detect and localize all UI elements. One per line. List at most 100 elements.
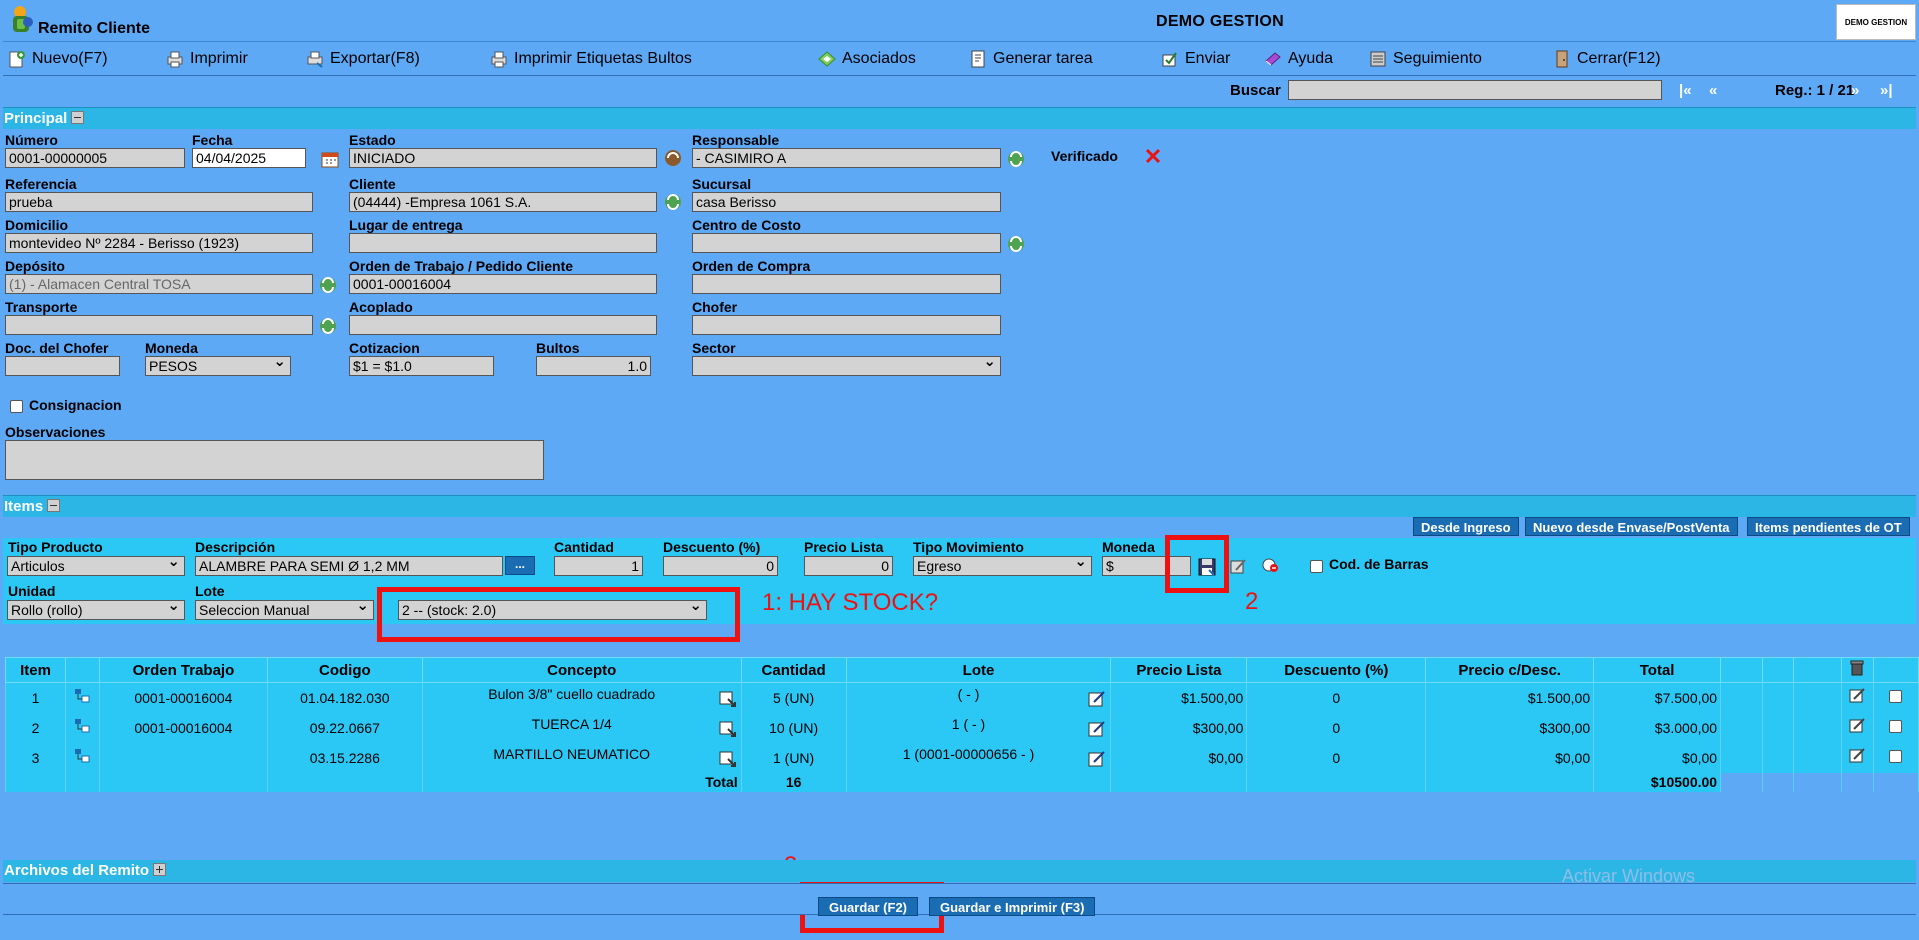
deposito-lookup-icon[interactable]: [318, 275, 338, 295]
consignacion-checkbox[interactable]: [10, 400, 23, 413]
generate-task-label: Generar tarea: [993, 50, 1093, 67]
doc-chofer-field[interactable]: [5, 356, 120, 376]
send-button[interactable]: Enviar: [1160, 49, 1230, 69]
sucursal-field[interactable]: casa Berisso: [692, 192, 1001, 212]
responsable-field[interactable]: - CASIMIRO A: [692, 148, 1001, 168]
row-lote-edit-icon[interactable]: [1087, 689, 1107, 709]
transporte-lookup-icon[interactable]: [318, 316, 338, 336]
row-detail-icon[interactable]: [718, 719, 738, 739]
trash-icon[interactable]: [1848, 659, 1866, 677]
precio-lista-field[interactable]: 0: [804, 556, 893, 576]
row-select-checkbox[interactable]: [1889, 719, 1903, 733]
tipo-producto-select[interactable]: Articulos: [7, 554, 185, 576]
lote-select[interactable]: Seleccion Manual: [195, 598, 374, 620]
centro-costo-lookup-icon[interactable]: [1006, 234, 1026, 254]
table-row[interactable]: 1 0001-00016004 01.04.182.030 Bulon 3/8"…: [5, 682, 1919, 713]
close-icon: [1556, 50, 1568, 68]
table-row[interactable]: 2 0001-00016004 09.22.0667 TUERCA 1/4 10…: [5, 712, 1919, 743]
deposito-field[interactable]: (1) - Alamacen Central TOSA: [5, 274, 313, 294]
chofer-field[interactable]: [692, 315, 1001, 335]
help-button[interactable]: Ayuda: [1263, 49, 1333, 69]
col-total: Total: [1593, 657, 1722, 683]
cliente-field[interactable]: (04444) -Empresa 1061 S.A.: [349, 192, 657, 212]
row-edit-icon[interactable]: [1848, 687, 1866, 705]
collapse-items-icon[interactable]: [47, 499, 61, 512]
new-button-label: Nuevo(F7): [32, 50, 108, 67]
moneda-label: Moneda: [145, 340, 198, 356]
generate-task-button[interactable]: Generar tarea: [968, 49, 1093, 69]
orden-compra-field[interactable]: [692, 274, 1001, 294]
transporte-field[interactable]: [5, 315, 313, 335]
row-select-checkbox[interactable]: [1889, 689, 1903, 703]
cliente-lookup-icon[interactable]: [663, 192, 683, 212]
print-labels-button[interactable]: Imprimir Etiquetas Bultos: [489, 49, 692, 69]
prev-record-button[interactable]: «: [1709, 82, 1717, 99]
desde-ingreso-button[interactable]: Desde Ingreso: [1413, 517, 1519, 536]
cell-precio-desc: $0,00: [1425, 742, 1595, 773]
lugar-entrega-field[interactable]: [349, 233, 657, 253]
doc-chofer-label: Doc. del Chofer: [5, 340, 109, 356]
numero-field[interactable]: 0001-00000005: [5, 148, 185, 168]
cantidad-label: Cantidad: [554, 539, 614, 555]
items-pendientes-ot-button[interactable]: Items pendientes de OT: [1747, 517, 1910, 536]
cell-precio-lista: $0,00: [1110, 742, 1248, 773]
descripcion-search-button[interactable]: ...: [505, 556, 535, 575]
domicilio-field[interactable]: montevideo Nº 2284 - Berisso (1923): [5, 233, 313, 253]
next-record-button[interactable]: »: [1851, 82, 1859, 99]
cod-barras-checkbox[interactable]: [1310, 560, 1323, 573]
new-button[interactable]: Nuevo(F7): [7, 49, 108, 69]
row-select-checkbox[interactable]: [1889, 749, 1903, 763]
collapse-principal-icon[interactable]: [71, 111, 85, 124]
referencia-field[interactable]: prueba: [5, 192, 313, 212]
responsable-lookup-icon[interactable]: [1006, 149, 1026, 169]
search-input[interactable]: [1288, 80, 1662, 100]
tipo-movimiento-select[interactable]: Egreso: [913, 554, 1092, 576]
cantidad-field[interactable]: 1: [554, 556, 643, 576]
first-record-button[interactable]: |«: [1679, 82, 1692, 99]
associated-button[interactable]: Asociados: [817, 49, 916, 69]
tracking-button[interactable]: Seguimiento: [1368, 49, 1482, 69]
expand-archivos-icon[interactable]: [153, 863, 167, 876]
help-icon: [1265, 52, 1281, 66]
row-detail-icon[interactable]: [718, 749, 738, 769]
row-tree-icon[interactable]: [73, 717, 91, 735]
col-trash: [1840, 657, 1874, 683]
cod-barras-label: Cod. de Barras: [1329, 556, 1429, 572]
orden-trabajo-field[interactable]: 0001-00016004: [349, 274, 657, 294]
observaciones-textarea[interactable]: [5, 440, 544, 480]
bultos-field[interactable]: 1.0: [536, 356, 651, 376]
guardar-button[interactable]: Guardar (F2): [818, 897, 919, 916]
sector-select[interactable]: [692, 354, 1001, 376]
verificado-x-icon[interactable]: [1143, 146, 1163, 166]
nuevo-envase-button[interactable]: Nuevo desde Envase/PostVenta: [1525, 517, 1738, 536]
guardar-imprimir-button[interactable]: Guardar e Imprimir (F3): [929, 897, 1096, 916]
edit-item-icon[interactable]: [1228, 556, 1248, 576]
remove-item-icon[interactable]: [1260, 556, 1280, 576]
moneda-select[interactable]: PESOS: [145, 354, 291, 376]
row-edit-icon[interactable]: [1848, 717, 1866, 735]
fecha-field[interactable]: 04/04/2025: [192, 148, 306, 168]
row-lote-edit-icon[interactable]: [1087, 719, 1107, 739]
table-row[interactable]: 3 03.15.2286 MARTILLO NEUMATICO 1 (UN) 1…: [5, 742, 1919, 773]
referencia-label: Referencia: [5, 176, 77, 192]
row-tree-icon[interactable]: [73, 687, 91, 705]
row-detail-icon[interactable]: [718, 689, 738, 709]
export-button[interactable]: Exportar(F8): [305, 49, 420, 69]
table-header-row: Item Orden Trabajo Codigo Concepto Canti…: [5, 657, 1919, 683]
centro-costo-field[interactable]: [692, 233, 1001, 253]
annotation-box-save: [1165, 535, 1229, 593]
descuento-field[interactable]: 0: [663, 556, 778, 576]
calendar-icon[interactable]: [320, 149, 340, 169]
row-tree-icon[interactable]: [73, 747, 91, 765]
sucursal-label: Sucursal: [692, 176, 752, 192]
row-edit-icon[interactable]: [1848, 747, 1866, 765]
cotizacion-field[interactable]: $1 = $1.0: [349, 356, 494, 376]
unidad-select[interactable]: Rollo (rollo): [7, 598, 185, 620]
close-button[interactable]: Cerrar(F12): [1552, 49, 1661, 69]
row-lote-edit-icon[interactable]: [1087, 749, 1107, 769]
print-button[interactable]: Imprimir: [165, 49, 248, 69]
descripcion-field[interactable]: ALAMBRE PARA SEMI Ø 1,2 MM: [195, 556, 503, 576]
last-record-button[interactable]: »|: [1880, 82, 1893, 99]
estado-lookup-icon[interactable]: [663, 148, 683, 168]
acoplado-field[interactable]: [349, 315, 657, 335]
